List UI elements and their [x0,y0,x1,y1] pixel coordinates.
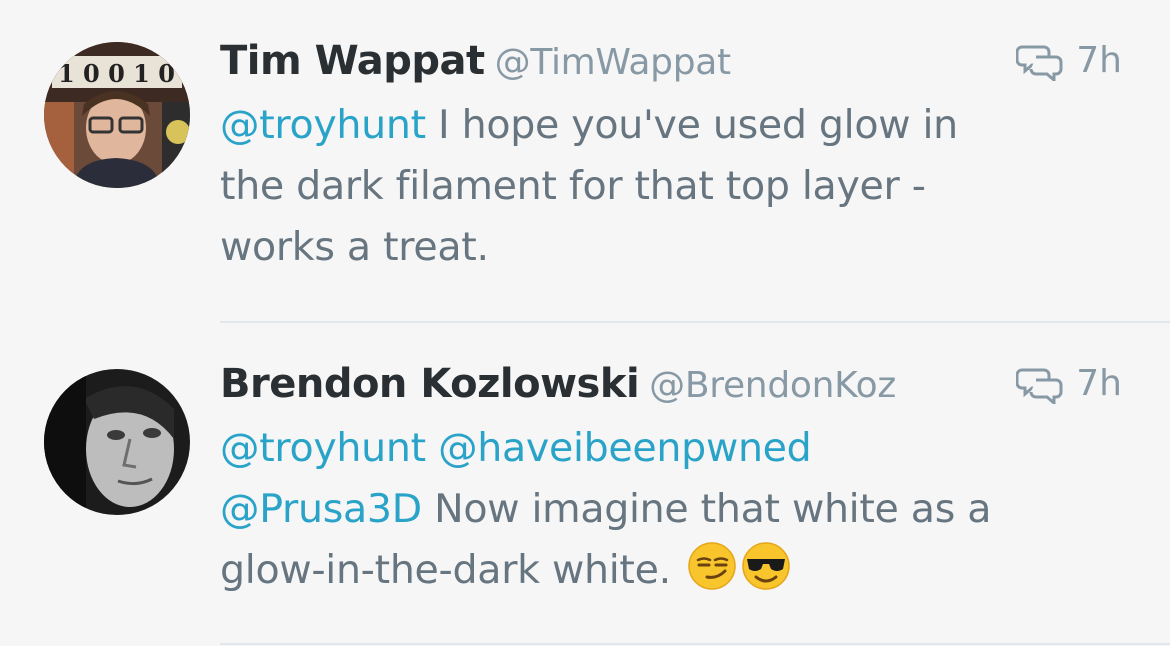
tweet[interactable]: Brendon Kozlowski @BrendonKoz 7h @troyhun… [0,323,1170,646]
avatar[interactable] [44,369,190,515]
tweet-meta: 7h [1016,40,1122,81]
tweet-text-line: glow-in-the-dark white. [220,540,1110,609]
tweet-text-line: the dark filament for that top layer - [220,163,926,209]
tweet-header: Tim Wappat @TimWappat 7h [220,38,1122,88]
user-handle[interactable]: @BrendonKoz [649,365,896,406]
conversation-icon[interactable] [1016,41,1064,81]
text-fragment: Now imagine that white as a [421,486,992,532]
avatar[interactable]: 1 0 0 1 0 [44,42,190,188]
svg-text:1 0 0 1 0: 1 0 0 1 0 [58,59,175,88]
tweet-text: @troyhunt @haveibeenpwned @Prusa3D Now i… [220,418,1110,609]
tweet-text-line: @troyhunt I hope you've used glow in [220,95,1110,156]
sunglasses-face-emoji [741,541,791,609]
mention-link[interactable]: @haveibeenpwned [438,425,812,471]
text-fragment: glow-in-the-dark white. [220,547,684,593]
mention-link[interactable]: @troyhunt [220,102,426,148]
display-name[interactable]: Brendon Kozlowski [220,361,640,407]
display-name[interactable]: Tim Wappat [220,38,485,84]
text-fragment: I hope you've used glow in [425,102,958,148]
mention-link[interactable]: @Prusa3D [220,486,422,532]
tweet-text-line: @Prusa3D Now imagine that white as a [220,479,1110,540]
divider [220,643,1170,645]
text-fragment [426,425,438,471]
timeline: 1 0 0 1 0 Tim Wappat @TimWappat 7h @troy… [0,0,1170,646]
tweet-time[interactable]: 7h [1076,363,1122,404]
tweet-time[interactable]: 7h [1076,40,1122,81]
tweet-text-line: @troyhunt @haveibeenpwned [220,418,1110,479]
tweet-header: Brendon Kozlowski @BrendonKoz 7h [220,361,1122,411]
tweet-meta: 7h [1016,363,1122,404]
mention-link[interactable]: @troyhunt [220,425,426,471]
tweet-text: @troyhunt I hope you've used glow in the… [220,95,1110,278]
conversation-icon[interactable] [1016,364,1064,404]
tweet[interactable]: 1 0 0 1 0 Tim Wappat @TimWappat 7h @troy… [0,0,1170,322]
tweet-text-line: works a treat. [220,224,489,270]
smirking-face-emoji [687,541,737,609]
user-handle[interactable]: @TimWappat [495,42,731,83]
